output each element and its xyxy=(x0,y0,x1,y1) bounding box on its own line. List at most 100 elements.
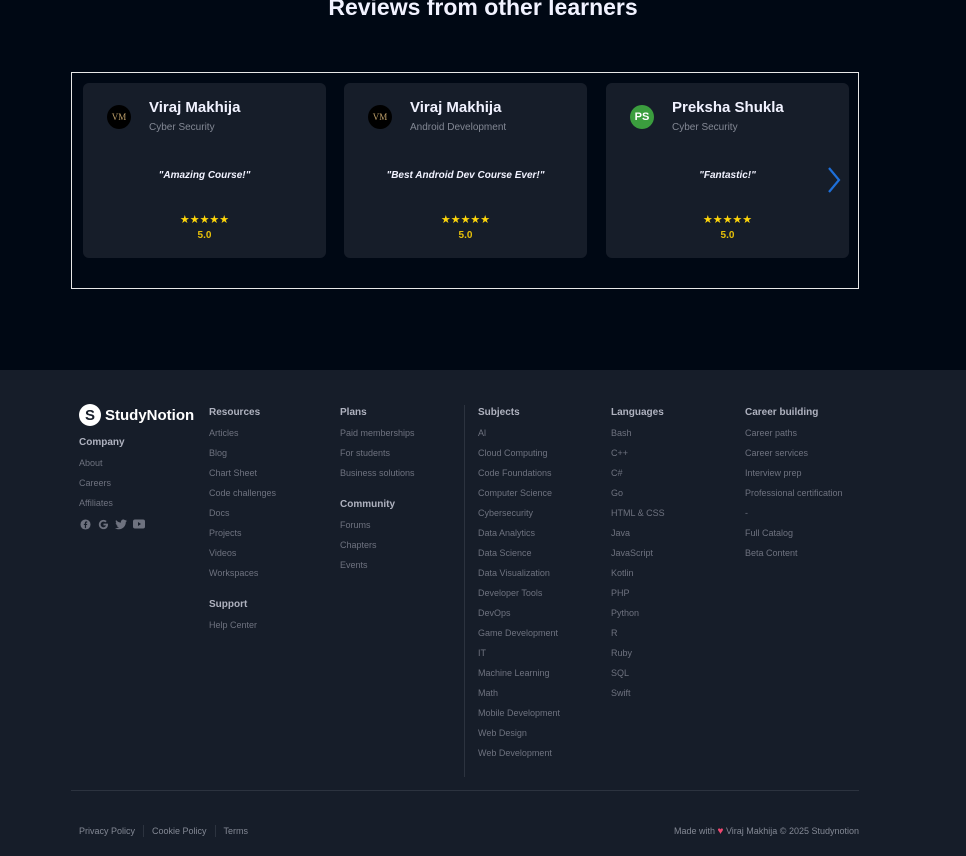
footer-link[interactable]: Web Design xyxy=(478,726,560,746)
footer-link[interactable]: About xyxy=(79,456,145,476)
footer-link[interactable]: Careers xyxy=(79,476,145,496)
footer-link[interactable]: Data Analytics xyxy=(478,526,560,546)
footer-link[interactable]: R xyxy=(611,626,665,646)
star-rating-icon: ★★★★★ xyxy=(440,214,491,226)
privacy-policy-link[interactable]: Privacy Policy xyxy=(79,825,143,837)
footer-link[interactable]: Business solutions xyxy=(340,466,415,486)
reviewer-name: Viraj Makhija xyxy=(410,99,502,116)
footer-link[interactable]: Career services xyxy=(745,446,843,466)
footer-link[interactable]: Data Science xyxy=(478,546,560,566)
footer-link[interactable]: Math xyxy=(478,686,560,706)
footer-bottom-links: Privacy Policy Cookie Policy Terms xyxy=(79,825,256,837)
col-heading: Plans xyxy=(340,407,367,418)
footer-link[interactable]: Chart Sheet xyxy=(209,466,276,486)
footer-link[interactable]: Workspaces xyxy=(209,566,276,586)
footer-link[interactable]: PHP xyxy=(611,586,665,606)
footer-col-resources: Resources Articles Blog Chart Sheet Code… xyxy=(209,406,276,638)
footer-link[interactable]: SQL xyxy=(611,666,665,686)
footer-link[interactable]: Java xyxy=(611,526,665,546)
footer-link[interactable]: Data Visualization xyxy=(478,566,560,586)
col-heading: Resources xyxy=(209,407,261,418)
col-heading: Languages xyxy=(611,407,664,418)
footer-link[interactable]: IT xyxy=(478,646,560,666)
footer-link[interactable]: Al xyxy=(478,426,560,446)
reviewer-course: Cyber Security xyxy=(672,122,738,133)
facebook-icon[interactable] xyxy=(79,518,91,530)
google-icon[interactable] xyxy=(97,518,109,530)
next-arrow-icon[interactable] xyxy=(823,165,843,195)
footer-link[interactable]: Go xyxy=(611,486,665,506)
cookie-policy-link[interactable]: Cookie Policy xyxy=(143,825,215,837)
footer-link[interactable]: Videos xyxy=(209,546,276,566)
footer-link[interactable]: Cybersecurity xyxy=(478,506,560,526)
footer-link[interactable]: Full Catalog xyxy=(745,526,843,546)
avatar: VM xyxy=(368,105,392,129)
footer-link[interactable]: Professional certification xyxy=(745,486,843,506)
review-card: VM Viraj Makhija Android Development "Be… xyxy=(344,83,587,258)
footer-link[interactable]: Interview prep xyxy=(745,466,843,486)
social-icons xyxy=(79,518,145,530)
review-text: "Fantastic!" xyxy=(699,170,756,181)
footer-link[interactable]: Projects xyxy=(209,526,276,546)
reviews-section: Reviews from other learners VM Viraj Mak… xyxy=(0,0,966,370)
review-text: "Best Android Dev Course Ever!" xyxy=(386,170,545,181)
footer-link[interactable]: Machine Learning xyxy=(478,666,560,686)
footer-link[interactable]: Forums xyxy=(340,518,415,538)
rating-value: 5.0 xyxy=(720,230,735,241)
footer-link[interactable]: Web Development xyxy=(478,746,560,766)
footer-link[interactable]: Chapters xyxy=(340,538,415,558)
footer-link[interactable]: Python xyxy=(611,606,665,626)
footer-link[interactable]: C++ xyxy=(611,446,665,466)
review-card: VM Viraj Makhija Cyber Security "Amazing… xyxy=(83,83,326,258)
footer-link[interactable]: Game Development xyxy=(478,626,560,646)
rating-value: 5.0 xyxy=(197,230,212,241)
terms-link[interactable]: Terms xyxy=(214,825,257,837)
footer-link[interactable]: DevOps xyxy=(478,606,560,626)
copyright: Made with ♥ Viraj Makhija © 2025 Studyno… xyxy=(674,826,859,837)
footer-col-subjects: Subjects Al Cloud Computing Code Foundat… xyxy=(478,406,560,766)
studynotion-logo[interactable]: S StudyNotion xyxy=(79,404,194,426)
footer-col-plans: Plans Paid memberships For students Busi… xyxy=(340,406,415,578)
avatar: PS xyxy=(630,105,654,129)
footer-col-languages: Languages Bash C++ C# Go HTML & CSS Java… xyxy=(611,406,665,706)
footer-link[interactable]: Swift xyxy=(611,686,665,706)
review-card: PS Preksha Shukla Cyber Security "Fantas… xyxy=(606,83,849,258)
footer-link[interactable]: Mobile Development xyxy=(478,706,560,726)
footer-link[interactable]: HTML & CSS xyxy=(611,506,665,526)
footer-link[interactable]: Events xyxy=(340,558,415,578)
youtube-icon[interactable] xyxy=(133,518,145,530)
footer-link[interactable]: C# xyxy=(611,466,665,486)
reviewer-course: Android Development xyxy=(410,122,507,133)
footer-link[interactable]: Docs xyxy=(209,506,276,526)
footer-link[interactable]: For students xyxy=(340,446,415,466)
col-heading: Career building xyxy=(745,407,819,418)
footer-link[interactable]: Cloud Computing xyxy=(478,446,560,466)
footer-link[interactable]: Articles xyxy=(209,426,276,446)
footer-link[interactable]: Computer Science xyxy=(478,486,560,506)
heart-icon: ♥ xyxy=(717,826,724,837)
reviews-carousel: VM Viraj Makhija Cyber Security "Amazing… xyxy=(71,72,859,289)
footer-link[interactable]: Code challenges xyxy=(209,486,276,506)
rating-value: 5.0 xyxy=(458,230,473,241)
footer-col-company: Company About Careers Affiliates xyxy=(79,436,145,530)
logo-text: StudyNotion xyxy=(105,406,195,424)
footer-link[interactable]: Blog xyxy=(209,446,276,466)
footer-link[interactable]: Ruby xyxy=(611,646,665,666)
footer-link[interactable]: Kotlin xyxy=(611,566,665,586)
footer-link[interactable]: Beta Content xyxy=(745,546,843,566)
footer-link[interactable]: Code Foundations xyxy=(478,466,560,486)
footer-vertical-divider xyxy=(464,405,465,777)
footer-link[interactable]: Help Center xyxy=(209,618,276,638)
reviewer-name: Preksha Shukla xyxy=(672,99,784,116)
footer-link[interactable]: JavaScript xyxy=(611,546,665,566)
footer-link[interactable]: Paid memberships xyxy=(340,426,415,446)
footer-link[interactable]: - xyxy=(745,506,843,526)
avatar: VM xyxy=(107,105,131,129)
twitter-icon[interactable] xyxy=(115,518,127,530)
made-with-text: Made with xyxy=(673,826,715,836)
footer-link[interactable]: Bash xyxy=(611,426,665,446)
review-text: "Amazing Course!" xyxy=(158,170,251,181)
footer-link[interactable]: Affiliates xyxy=(79,496,145,516)
footer-link[interactable]: Career paths xyxy=(745,426,843,446)
footer-link[interactable]: Developer Tools xyxy=(478,586,560,606)
